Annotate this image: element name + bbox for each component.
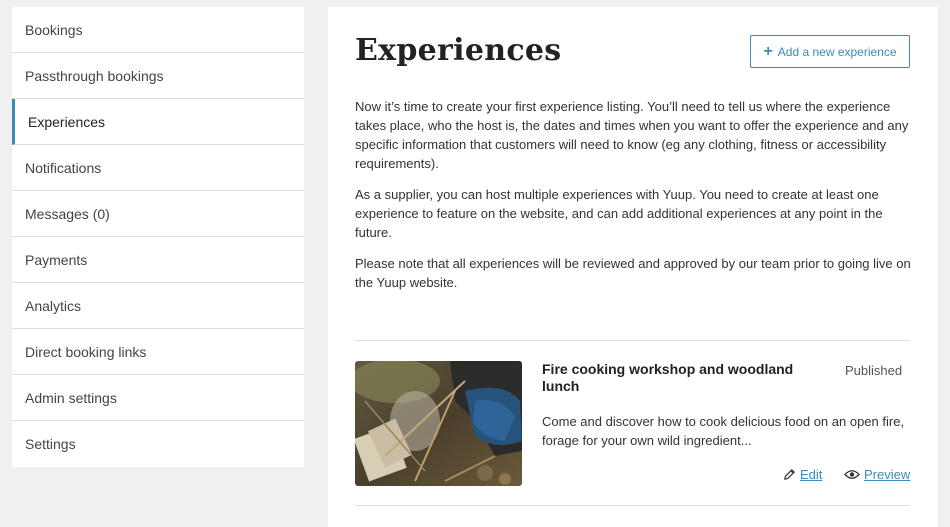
intro-paragraph: As a supplier, you can host multiple exp… xyxy=(355,187,883,240)
preview-label: Preview xyxy=(864,467,911,482)
add-experience-button[interactable]: + Add a new experience xyxy=(750,35,910,68)
sidebar-item-admin-settings[interactable]: Admin settings xyxy=(12,375,304,421)
sidebar-item-messages[interactable]: Messages (0) xyxy=(12,191,304,237)
status-badge: Published xyxy=(845,363,903,378)
sidebar-item-direct-booking-links[interactable]: Direct booking links xyxy=(12,329,304,375)
add-experience-label: Add a new experience xyxy=(777,44,897,59)
sidebar-item-bookings[interactable]: Bookings xyxy=(12,7,304,53)
page-title: Experiences xyxy=(355,33,562,68)
sidebar-item-label: Messages (0) xyxy=(25,205,110,222)
sidebar-nav: Bookings Passthrough bookings Experience… xyxy=(12,7,304,467)
sidebar-item-label: Notifications xyxy=(25,159,102,176)
intro-paragraph: Please note that all experiences will be… xyxy=(355,256,911,290)
intro-paragraph: Now it’s time to create your first exper… xyxy=(355,99,909,171)
sidebar-item-passthrough-bookings[interactable]: Passthrough bookings xyxy=(12,53,304,99)
sidebar-item-label: Passthrough bookings xyxy=(25,67,164,84)
divider xyxy=(355,505,910,506)
edit-label: Edit xyxy=(800,467,823,482)
experience-description: Come and discover how to cook delicious … xyxy=(542,414,905,448)
edit-link[interactable]: Edit xyxy=(783,467,822,482)
sidebar-item-payments[interactable]: Payments xyxy=(12,237,304,283)
sidebar-item-notifications[interactable]: Notifications xyxy=(12,145,304,191)
main-panel: Experiences + Add a new experience Now i… xyxy=(328,7,938,527)
sidebar-item-label: Analytics xyxy=(25,297,82,314)
pencil-icon xyxy=(783,468,796,481)
preview-link[interactable]: Preview xyxy=(844,467,910,482)
sidebar-item-analytics[interactable]: Analytics xyxy=(12,283,304,329)
experience-thumbnail[interactable] xyxy=(355,361,522,486)
experience-title[interactable]: Fire cooking workshop and woodland lunch xyxy=(542,361,832,395)
sidebar-item-label: Experiences xyxy=(28,113,106,130)
sidebar-item-label: Direct booking links xyxy=(25,343,147,360)
divider xyxy=(355,340,910,341)
plus-icon: + xyxy=(763,42,773,60)
sidebar-item-experiences[interactable]: Experiences xyxy=(12,99,304,145)
sidebar-item-settings[interactable]: Settings xyxy=(12,421,304,467)
sidebar-item-label: Bookings xyxy=(25,21,83,38)
eye-icon xyxy=(844,469,860,480)
intro-text: Now it’s time to create your first exper… xyxy=(355,97,915,304)
sidebar-item-label: Payments xyxy=(25,251,88,268)
sidebar-item-label: Settings xyxy=(25,436,76,452)
sidebar-item-label: Admin settings xyxy=(25,389,117,406)
